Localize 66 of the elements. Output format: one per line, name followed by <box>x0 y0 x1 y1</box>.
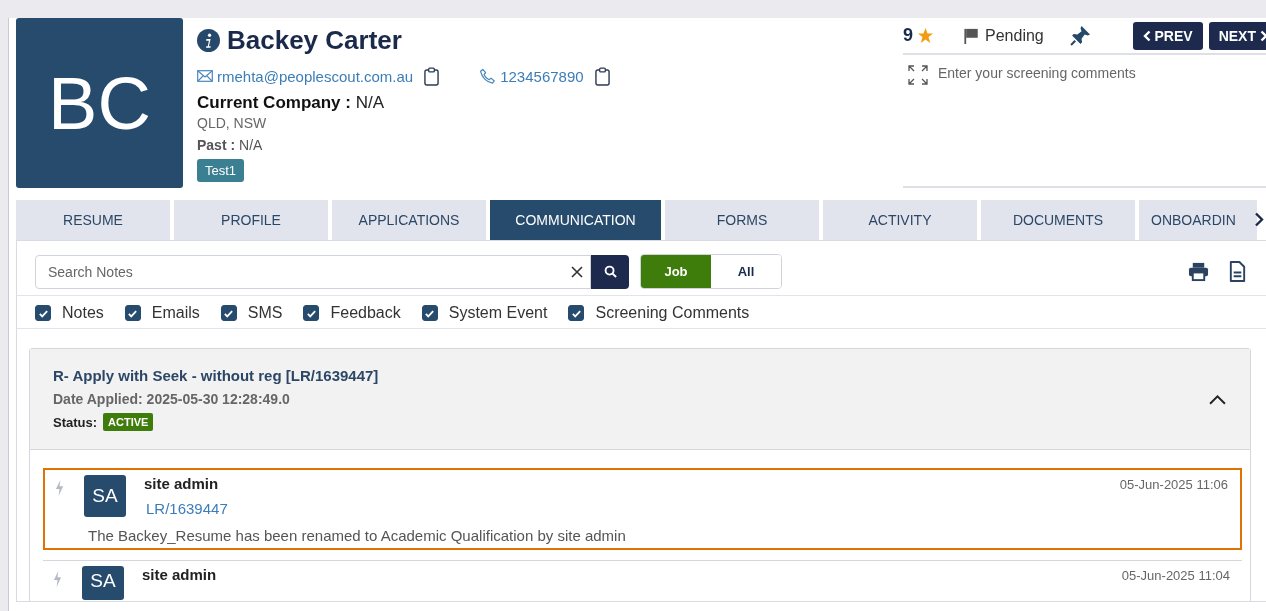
lightning-icon <box>53 570 62 588</box>
tab[interactable]: FORMS <box>665 200 819 240</box>
checkbox[interactable] <box>35 305 51 321</box>
user-avatar: SA <box>84 475 126 517</box>
chevron-right-icon[interactable] <box>1254 211 1264 228</box>
tab[interactable]: ONBOARDIN <box>1139 200 1257 240</box>
date-applied: Date Applied: 2025-05-30 12:28:49.0 <box>53 391 291 407</box>
past-company: Past : N/A <box>197 137 264 153</box>
star-icon <box>917 27 934 44</box>
status-badge: ACTIVE <box>103 413 154 431</box>
filter-label: SMS <box>247 304 283 322</box>
tab[interactable]: COMMUNICATION <box>490 200 661 240</box>
search-field[interactable]: Search Notes <box>35 254 591 289</box>
clipboard-icon[interactable] <box>594 66 610 86</box>
filter-label: Screening Comments <box>595 304 750 322</box>
entry-time: 05-Jun-2025 11:06 <box>1119 477 1228 492</box>
checkbox[interactable] <box>568 305 585 321</box>
checkbox[interactable] <box>303 305 320 321</box>
user-avatar: SA <box>82 566 124 600</box>
entry-time: 05-Jun-2025 11:04 <box>1121 568 1230 583</box>
chevron-right-icon <box>1260 29 1266 42</box>
filter-label: System Event <box>448 304 548 322</box>
rating-count: 9 <box>903 25 913 46</box>
email-link[interactable]: rmehta@peoplescout.com.au <box>217 67 414 85</box>
author-name: site admin <box>144 475 220 492</box>
scope-toggle[interactable]: Job <box>641 255 711 288</box>
lightning-icon <box>55 479 64 497</box>
info-icon[interactable] <box>197 28 220 52</box>
checkbox[interactable] <box>220 305 237 321</box>
current-company: Current Company : N/A <box>197 93 386 113</box>
tab[interactable]: APPLICATIONS <box>332 200 486 240</box>
clear-icon[interactable] <box>571 265 583 278</box>
filter-label: Feedback <box>330 304 401 322</box>
candidate-avatar: BC <box>16 18 183 188</box>
mail-icon <box>197 70 213 82</box>
next-button[interactable]: NEXT <box>1208 21 1266 50</box>
entry-message: The Backey_Resume has been renamed to Academic Qualification by site admin <box>88 527 627 544</box>
tab[interactable]: RESUME <box>16 200 170 240</box>
tab[interactable]: PROFILE <box>174 200 328 240</box>
author-name: site admin <box>142 566 218 583</box>
tab[interactable]: DOCUMENTS <box>981 200 1135 240</box>
status-label[interactable]: Pending <box>985 26 1044 45</box>
filter-label: Notes <box>62 304 104 322</box>
print-icon[interactable] <box>1188 261 1209 282</box>
filter-label: Emails <box>151 304 200 322</box>
search-icon <box>603 265 617 278</box>
caret-icon[interactable] <box>1209 393 1226 405</box>
document-icon[interactable] <box>1227 261 1248 282</box>
candidate-name: Backey Carter <box>227 24 402 56</box>
application-title: R- Apply with Seek - without reg [LR/1639447] <box>53 367 380 384</box>
phone-link[interactable]: 1234567890 <box>500 67 584 85</box>
tag: Test1 <box>197 159 245 182</box>
location-text: QLD, NSW <box>197 115 268 131</box>
checkbox[interactable] <box>124 305 141 321</box>
clipboard-icon[interactable] <box>424 66 440 86</box>
reference-link[interactable]: LR/1639447 <box>146 500 228 517</box>
search-button[interactable] <box>591 254 629 289</box>
tab[interactable]: ACTIVITY <box>823 200 977 240</box>
status-label: Status: <box>53 414 98 430</box>
phone-icon <box>479 67 497 85</box>
checkbox[interactable] <box>421 305 438 321</box>
chevron-left-icon <box>1142 29 1151 42</box>
flag-icon <box>964 27 979 44</box>
prev-button[interactable]: PREV <box>1132 21 1203 50</box>
expand-icon[interactable] <box>908 65 928 85</box>
pin-icon[interactable] <box>1069 25 1091 46</box>
